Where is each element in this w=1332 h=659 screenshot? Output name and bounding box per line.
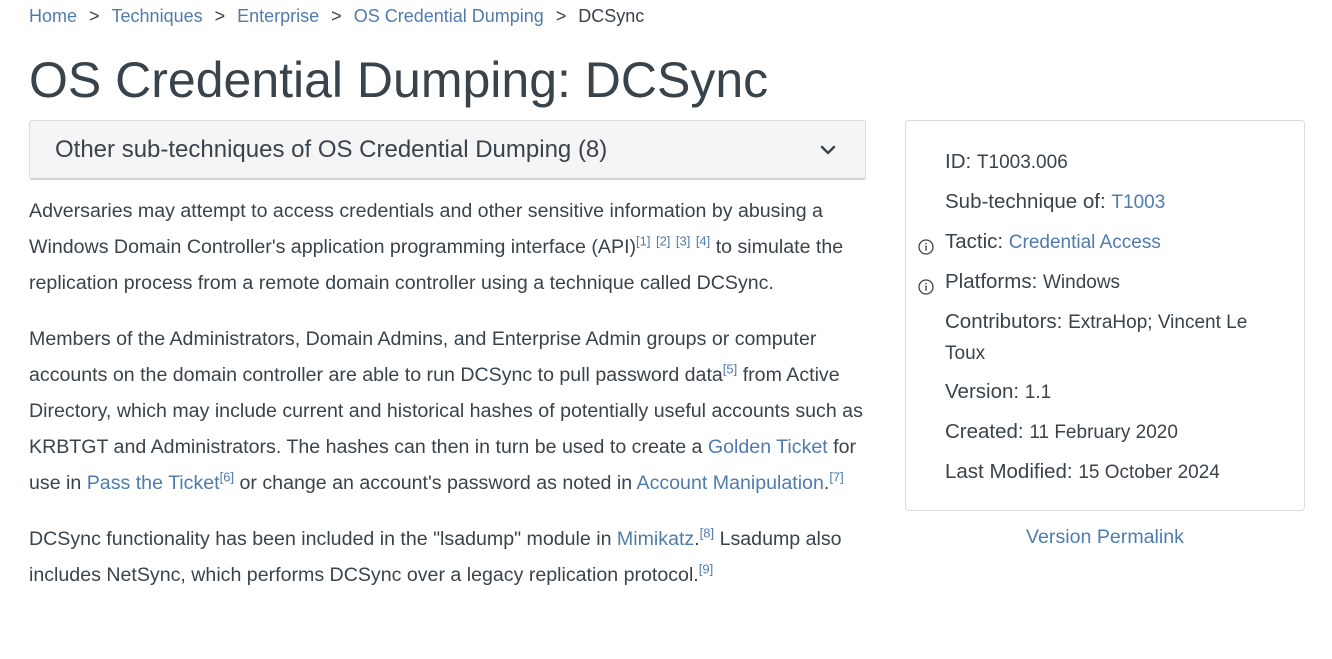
version-label: Version:	[945, 380, 1025, 403]
subtechniques-label: Other sub-techniques of OS Credential Du…	[55, 135, 608, 163]
created-value: 11 February 2020	[1029, 422, 1178, 443]
reference-link-5[interactable]: [5]	[723, 361, 737, 376]
reference-link-2[interactable]: [2]	[656, 233, 670, 248]
tactic-link[interactable]: Credential Access	[1009, 232, 1161, 253]
created-label: Created:	[945, 420, 1030, 443]
breadcrumb-home[interactable]: Home	[29, 6, 77, 26]
breadcrumb-os-credential-dumping[interactable]: OS Credential Dumping	[354, 6, 544, 26]
description-paragraph-2: Members of the Administrators, Domain Ad…	[29, 328, 863, 494]
info-icon[interactable]	[918, 274, 934, 295]
platforms-row: Platforms: Windows	[918, 267, 1284, 298]
reference-link-8[interactable]: [8]	[700, 525, 714, 540]
technique-info-card: ID: T1003.006 Sub-technique of: T1003 Ta…	[905, 120, 1305, 511]
breadcrumb-techniques[interactable]: Techniques	[112, 6, 203, 26]
reference-link-9[interactable]: [9]	[699, 561, 713, 576]
breadcrumb-separator: >	[214, 6, 226, 26]
breadcrumb-separator: >	[555, 6, 567, 26]
page-title: OS Credential Dumping: DCSync	[29, 52, 769, 108]
tactic-row: Tactic: Credential Access	[918, 227, 1284, 258]
description-paragraph-1: Adversaries may attempt to access creden…	[29, 200, 844, 294]
contributors-row: Contributors: ExtraHop; Vincent Le Toux	[945, 307, 1284, 369]
reference-link-1[interactable]: [1]	[636, 233, 650, 248]
contributors-label: Contributors:	[945, 310, 1069, 333]
last-modified-row: Last Modified: 15 October 2024	[945, 457, 1284, 488]
parent-technique-link[interactable]: T1003	[1111, 192, 1165, 213]
account-manipulation-link[interactable]: Account Manipulation	[637, 472, 824, 494]
version-value: 1.1	[1024, 382, 1052, 403]
breadcrumb: Home > Techniques > Enterprise > OS Credential…	[29, 5, 644, 27]
version-row: Version: 1.1	[945, 377, 1284, 408]
id-value: T1003.006	[976, 152, 1068, 173]
subtechniques-dropdown[interactable]: Other sub-techniques of OS Credential Du…	[29, 120, 866, 180]
created-row: Created: 11 February 2020	[945, 417, 1284, 448]
tactic-label: Tactic:	[945, 230, 1009, 253]
reference-link-6[interactable]: [6]	[220, 469, 234, 484]
breadcrumb-enterprise[interactable]: Enterprise	[237, 6, 319, 26]
platforms-value: Windows	[1042, 272, 1121, 293]
id-label: ID:	[945, 150, 977, 173]
id-row: ID: T1003.006	[945, 147, 1284, 178]
subtechnique-of-row: Sub-technique of: T1003	[945, 187, 1284, 218]
reference-link-3[interactable]: [3]	[676, 233, 690, 248]
version-permalink-link[interactable]: Version Permalink	[905, 523, 1305, 551]
platforms-label: Platforms:	[945, 270, 1043, 293]
info-icon[interactable]	[918, 234, 934, 255]
golden-ticket-link[interactable]: Golden Ticket	[708, 436, 828, 458]
chevron-down-icon	[819, 141, 837, 159]
pass-the-ticket-link[interactable]: Pass the Ticket	[87, 472, 220, 494]
description-paragraph-3: DCSync functionality has been included i…	[29, 525, 842, 586]
mimikatz-link[interactable]: Mimikatz	[617, 528, 694, 550]
breadcrumb-separator: >	[331, 6, 342, 26]
reference-link-4[interactable]: [4]	[696, 233, 710, 248]
technique-description: Adversaries may attempt to access creden…	[29, 193, 869, 613]
breadcrumb-current: DCSync	[578, 6, 645, 26]
reference-link-7[interactable]: [7]	[829, 469, 843, 484]
last-modified-label: Last Modified:	[945, 460, 1079, 483]
last-modified-value: 15 October 2024	[1078, 462, 1220, 483]
breadcrumb-separator: >	[89, 6, 100, 26]
subtechnique-of-label: Sub-technique of:	[945, 190, 1112, 213]
